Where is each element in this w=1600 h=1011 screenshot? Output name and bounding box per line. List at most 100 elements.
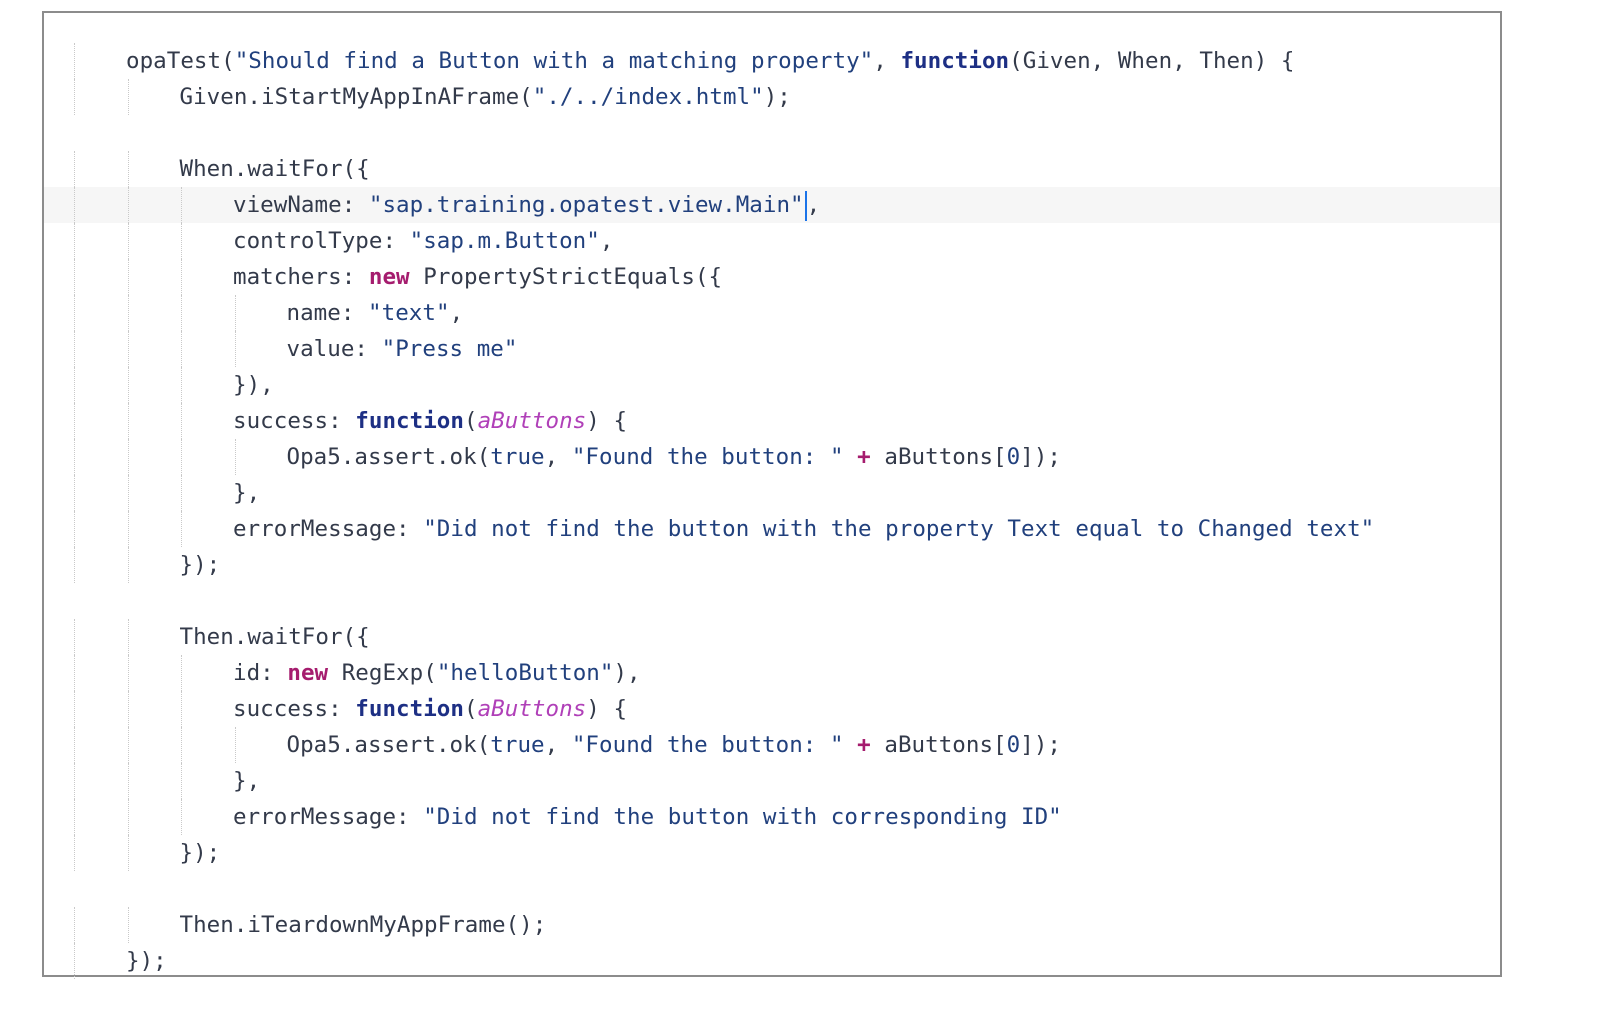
indent-guide — [234, 331, 236, 367]
code-line: When.waitFor({ — [44, 151, 1500, 187]
code-line-text: Opa5.assert.ok(true, "Found the button: … — [287, 439, 1062, 475]
code-token: "text" — [368, 300, 450, 326]
code-token: aButtons — [477, 408, 587, 434]
indent-guide — [127, 511, 129, 547]
code-token: "sap.training.opatest.view.Main" — [368, 192, 804, 218]
code-token: ]); — [1020, 732, 1061, 758]
indent-guide — [181, 295, 182, 331]
indent-guide — [127, 439, 129, 475]
code-token: "Should find a Button with a matching pr… — [234, 48, 874, 74]
code-line-text: name: "text", — [287, 295, 464, 331]
code-line: Given.iStartMyAppInAFrame("./../index.ht… — [44, 79, 1500, 115]
code-editor[interactable]: opaTest("Should find a Button with a mat… — [44, 43, 1500, 979]
code-token: ) { — [586, 696, 628, 722]
indent-guide — [74, 907, 75, 943]
indent-guide — [74, 151, 75, 187]
indent-guide — [181, 655, 182, 691]
code-line: success: function(aButtons) { — [44, 691, 1500, 727]
indent-guide — [127, 259, 129, 295]
indent-guide — [127, 835, 129, 871]
code-token: Opa5.assert.ok( — [286, 732, 491, 758]
code-token: errorMessage: — [233, 516, 424, 542]
code-token: opaTest( — [126, 48, 235, 74]
code-token: ) { — [586, 408, 628, 434]
indent-guide — [234, 439, 236, 475]
indent-guide — [127, 403, 129, 439]
indent-guide — [181, 259, 182, 295]
code-line-text: success: function(aButtons) { — [233, 691, 627, 727]
code-token: , — [544, 444, 572, 470]
code-line-text: success: function(aButtons) { — [233, 403, 627, 439]
code-token: , — [449, 300, 464, 326]
code-token: }), — [233, 372, 274, 398]
code-line: Then.iTeardownMyAppFrame(); — [44, 907, 1500, 943]
indent-guide — [127, 655, 129, 691]
code-line-text: }); — [180, 835, 221, 871]
code-line: }, — [44, 763, 1500, 799]
code-token: errorMessage: — [233, 804, 424, 830]
code-token: 0 — [1006, 444, 1021, 470]
code-editor-frame: opaTest("Should find a Button with a mat… — [42, 11, 1502, 979]
code-token: function — [355, 696, 464, 722]
indent-guide — [181, 367, 182, 403]
code-line-text: errorMessage: "Did not find the button w… — [233, 799, 1062, 835]
indent-guide — [74, 835, 75, 871]
code-token: true — [490, 444, 545, 470]
code-line-text: id: new RegExp("helloButton"), — [233, 655, 641, 691]
code-token: , — [599, 228, 614, 254]
indent-guide — [181, 691, 182, 727]
code-token: 0 — [1006, 732, 1021, 758]
code-token: + — [857, 444, 871, 470]
code-token: true — [490, 732, 545, 758]
code-token: "sap.m.Button" — [409, 228, 600, 254]
code-token: RegExp( — [328, 660, 437, 686]
indent-guide — [127, 475, 129, 511]
code-line-text: controlType: "sap.m.Button", — [233, 223, 613, 259]
code-token: function — [355, 408, 464, 434]
code-line: errorMessage: "Did not find the button w… — [44, 511, 1500, 547]
code-line: Opa5.assert.ok(true, "Found the button: … — [44, 727, 1500, 763]
code-line: value: "Press me" — [44, 331, 1500, 367]
indent-guide — [74, 799, 75, 835]
indent-guide — [127, 727, 129, 763]
code-line: }); — [44, 835, 1500, 871]
code-token: (Given, When, Then) { — [1009, 48, 1295, 74]
code-line: Opa5.assert.ok(true, "Found the button: … — [44, 439, 1500, 475]
code-token: aButtons[ — [870, 732, 1007, 758]
indent-guide — [127, 547, 129, 583]
indent-guide — [74, 79, 75, 115]
code-line: controlType: "sap.m.Button", — [44, 223, 1500, 259]
code-line-text: When.waitFor({ — [180, 151, 370, 187]
code-token: , — [544, 732, 572, 758]
code-token: ( — [463, 408, 478, 434]
indent-guide — [74, 295, 75, 331]
indent-guide — [181, 511, 182, 547]
code-token: "Did not find the button with the proper… — [423, 516, 1375, 542]
code-line-text: }); — [180, 547, 221, 583]
code-token: Then.waitFor({ — [179, 624, 370, 650]
code-line: id: new RegExp("helloButton"), — [44, 655, 1500, 691]
code-line-text: errorMessage: "Did not find the button w… — [233, 511, 1374, 547]
code-line-text: Then.iTeardownMyAppFrame(); — [180, 907, 547, 943]
code-token: ); — [763, 84, 791, 110]
code-line: }); — [44, 547, 1500, 583]
indent-guide — [127, 367, 129, 403]
code-token: Then.iTeardownMyAppFrame(); — [179, 912, 547, 938]
code-token: Opa5.assert.ok( — [286, 444, 491, 470]
code-token: name: — [286, 300, 369, 326]
code-token: function — [900, 48, 1010, 74]
indent-guide — [74, 187, 75, 223]
code-token: success: — [233, 408, 356, 434]
indent-guide — [74, 511, 75, 547]
code-line: errorMessage: "Did not find the button w… — [44, 799, 1500, 835]
indent-guide — [74, 43, 75, 79]
code-line: }), — [44, 367, 1500, 403]
indent-guide — [127, 151, 129, 187]
code-line: Then.waitFor({ — [44, 619, 1500, 655]
indent-guide — [181, 403, 182, 439]
code-token: , — [873, 48, 901, 74]
indent-guide — [181, 439, 182, 475]
